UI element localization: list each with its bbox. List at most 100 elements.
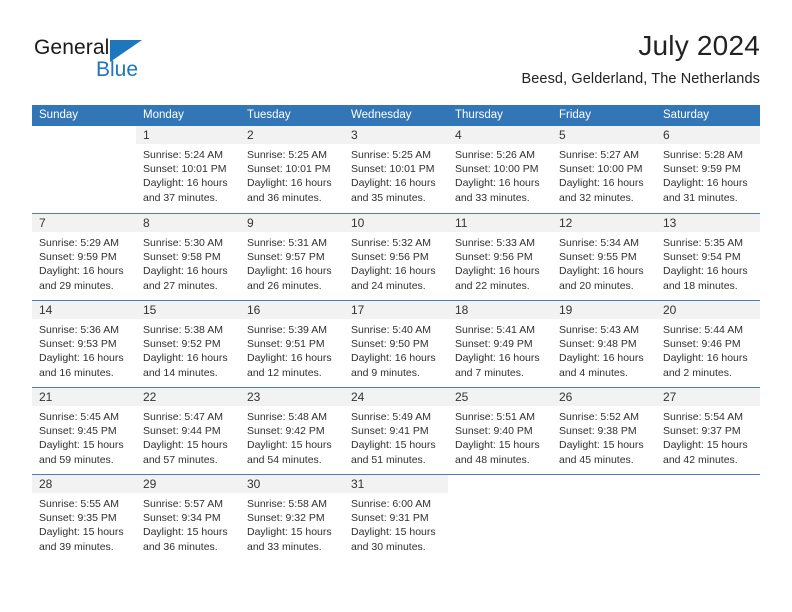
- day-cell-8[interactable]: 8 Sunrise: 5:30 AM Sunset: 9:58 PM Daylight…: [136, 214, 240, 300]
- daylight-text-line2: and 2 minutes.: [663, 366, 732, 379]
- daylight-text-line1: Daylight: 16 hours: [559, 265, 644, 278]
- day-cell-23[interactable]: 23 Sunrise: 5:48 AM Sunset: 9:42 PM Dayligh…: [240, 388, 344, 474]
- sunrise-text: Sunrise: 5:28 AM: [663, 149, 743, 161]
- day-cell-empty: [656, 475, 760, 561]
- day-cell-3[interactable]: 3 Sunrise: 5:25 AM Sunset: 10:01 PM Dayligh…: [344, 126, 448, 213]
- sunrise-text: Sunrise: 5:54 AM: [663, 411, 743, 423]
- day-cell-30[interactable]: 30 Sunrise: 5:58 AM Sunset: 9:32 PM Dayligh…: [240, 475, 344, 561]
- page-header: General Blue July 2024 Beesd, Gelderland…: [32, 28, 760, 100]
- general-blue-logo[interactable]: General Blue: [34, 36, 194, 92]
- daylight-text-line1: Daylight: 16 hours: [39, 352, 124, 365]
- daylight-text-line2: and 32 minutes.: [559, 191, 634, 204]
- day-cell-2[interactable]: 2 Sunrise: 5:25 AM Sunset: 10:01 PM Dayligh…: [240, 126, 344, 213]
- day-number: 15: [136, 301, 240, 319]
- day-cell-4[interactable]: 4 Sunrise: 5:26 AM Sunset: 10:00 PM Dayligh…: [448, 126, 552, 213]
- sunset-text: Sunset: 9:52 PM: [143, 338, 221, 351]
- daylight-text-line1: Daylight: 16 hours: [351, 265, 436, 278]
- day-cell-25[interactable]: 25 Sunrise: 5:51 AM Sunset: 9:40 PM Dayligh…: [448, 388, 552, 474]
- day-cell-7[interactable]: 7 Sunrise: 5:29 AM Sunset: 9:59 PM Daylight…: [32, 214, 136, 300]
- day-number: 30: [240, 475, 344, 493]
- day-cell-5[interactable]: 5 Sunrise: 5:27 AM Sunset: 10:00 PM Dayligh…: [552, 126, 656, 213]
- sunset-text: Sunset: 9:42 PM: [247, 425, 325, 438]
- day-cell-28[interactable]: 28 Sunrise: 5:55 AM Sunset: 9:35 PM Dayligh…: [32, 475, 136, 561]
- day-number: 25: [448, 388, 552, 406]
- day-cell-15[interactable]: 15 Sunrise: 5:38 AM Sunset: 9:52 PM Dayligh…: [136, 301, 240, 387]
- daylight-text-line2: and 54 minutes.: [247, 453, 322, 466]
- day-number: 6: [656, 126, 760, 144]
- day-cell-12[interactable]: 12 Sunrise: 5:34 AM Sunset: 9:55 PM Dayligh…: [552, 214, 656, 300]
- title-block: July 2024 Beesd, Gelderland, The Netherl…: [521, 28, 760, 90]
- page-subtitle: Beesd, Gelderland, The Netherlands: [521, 71, 760, 87]
- day-cell-1[interactable]: 1 Sunrise: 5:24 AM Sunset: 10:01 PM Dayligh…: [136, 126, 240, 213]
- sunrise-text: Sunrise: 5:45 AM: [39, 411, 119, 423]
- day-cell-21[interactable]: 21 Sunrise: 5:45 AM Sunset: 9:45 PM Dayligh…: [32, 388, 136, 474]
- day-info: Sunrise: 5:40 AM Sunset: 9:50 PM Daylight:…: [344, 319, 448, 380]
- sunrise-text: Sunrise: 5:40 AM: [351, 324, 431, 336]
- daylight-text-line2: and 33 minutes.: [247, 540, 322, 553]
- sunrise-text: Sunrise: 5:47 AM: [143, 411, 223, 423]
- sunset-text: Sunset: 9:45 PM: [39, 425, 117, 438]
- day-cell-24[interactable]: 24 Sunrise: 5:49 AM Sunset: 9:41 PM Dayligh…: [344, 388, 448, 474]
- sunrise-text: Sunrise: 5:39 AM: [247, 324, 327, 336]
- daylight-text-line2: and 7 minutes.: [455, 366, 524, 379]
- day-cell-10[interactable]: 10 Sunrise: 5:32 AM Sunset: 9:56 PM Dayligh…: [344, 214, 448, 300]
- day-cell-11[interactable]: 11 Sunrise: 5:33 AM Sunset: 9:56 PM Dayligh…: [448, 214, 552, 300]
- daylight-text-line2: and 12 minutes.: [247, 366, 322, 379]
- day-info: Sunrise: 5:25 AM Sunset: 10:01 PM Daylight…: [240, 144, 344, 205]
- daylight-text-line1: Daylight: 16 hours: [247, 177, 332, 190]
- weekday-header-sunday: Sunday: [39, 109, 79, 121]
- sunset-text: Sunset: 9:59 PM: [39, 251, 117, 264]
- daylight-text-line2: and 51 minutes.: [351, 453, 426, 466]
- day-cell-29[interactable]: 29 Sunrise: 5:57 AM Sunset: 9:34 PM Dayligh…: [136, 475, 240, 561]
- day-cell-13[interactable]: 13 Sunrise: 5:35 AM Sunset: 9:54 PM Dayligh…: [656, 214, 760, 300]
- day-cell-14[interactable]: 14 Sunrise: 5:36 AM Sunset: 9:53 PM Dayligh…: [32, 301, 136, 387]
- calendar-page: General Blue July 2024 Beesd, Gelderland…: [0, 0, 792, 612]
- day-info: Sunrise: 5:28 AM Sunset: 9:59 PM Daylight:…: [656, 144, 760, 205]
- day-info: Sunrise: 5:44 AM Sunset: 9:46 PM Daylight:…: [656, 319, 760, 380]
- sunrise-text: Sunrise: 5:48 AM: [247, 411, 327, 423]
- daylight-text-line1: Daylight: 15 hours: [39, 526, 124, 539]
- day-number: 5: [552, 126, 656, 144]
- weekday-header-friday: Friday: [559, 109, 591, 121]
- sunrise-text: Sunrise: 5:34 AM: [559, 237, 639, 249]
- day-number: 13: [656, 214, 760, 232]
- day-cell-20[interactable]: 20 Sunrise: 5:44 AM Sunset: 9:46 PM Dayligh…: [656, 301, 760, 387]
- day-cell-19[interactable]: 19 Sunrise: 5:43 AM Sunset: 9:48 PM Dayligh…: [552, 301, 656, 387]
- daylight-text-line1: Daylight: 16 hours: [559, 352, 644, 365]
- sunset-text: Sunset: 10:01 PM: [247, 163, 331, 176]
- daylight-text-line1: Daylight: 15 hours: [247, 439, 332, 452]
- day-cell-18[interactable]: 18 Sunrise: 5:41 AM Sunset: 9:49 PM Dayligh…: [448, 301, 552, 387]
- sunset-text: Sunset: 9:53 PM: [39, 338, 117, 351]
- daylight-text-line1: Daylight: 16 hours: [559, 177, 644, 190]
- day-info: Sunrise: 5:51 AM Sunset: 9:40 PM Daylight:…: [448, 406, 552, 467]
- sunset-text: Sunset: 9:59 PM: [663, 163, 741, 176]
- sunrise-text: Sunrise: 5:43 AM: [559, 324, 639, 336]
- calendar-week-row: 7 Sunrise: 5:29 AM Sunset: 9:59 PM Daylight…: [32, 213, 760, 300]
- logo-text-blue: Blue: [96, 58, 139, 81]
- day-cell-16[interactable]: 16 Sunrise: 5:39 AM Sunset: 9:51 PM Dayligh…: [240, 301, 344, 387]
- sunset-text: Sunset: 9:37 PM: [663, 425, 741, 438]
- sunset-text: Sunset: 9:57 PM: [247, 251, 325, 264]
- sunset-text: Sunset: 9:55 PM: [559, 251, 637, 264]
- daylight-text-line2: and 24 minutes.: [351, 279, 426, 292]
- day-cell-31[interactable]: 31 Sunrise: 6:00 AM Sunset: 9:31 PM Dayligh…: [344, 475, 448, 561]
- day-number: 26: [552, 388, 656, 406]
- day-cell-22[interactable]: 22 Sunrise: 5:47 AM Sunset: 9:44 PM Dayligh…: [136, 388, 240, 474]
- daylight-text-line2: and 31 minutes.: [663, 191, 738, 204]
- weekday-header-thursday: Thursday: [455, 109, 503, 121]
- day-cell-6[interactable]: 6 Sunrise: 5:28 AM Sunset: 9:59 PM Daylight…: [656, 126, 760, 213]
- day-cell-9[interactable]: 9 Sunrise: 5:31 AM Sunset: 9:57 PM Daylight…: [240, 214, 344, 300]
- sunset-text: Sunset: 9:56 PM: [351, 251, 429, 264]
- sunrise-text: Sunrise: 5:31 AM: [247, 237, 327, 249]
- page-title: July 2024: [638, 30, 760, 61]
- day-info: Sunrise: 5:47 AM Sunset: 9:44 PM Daylight:…: [136, 406, 240, 467]
- day-cell-17[interactable]: 17 Sunrise: 5:40 AM Sunset: 9:50 PM Dayligh…: [344, 301, 448, 387]
- weekday-header-wednesday: Wednesday: [351, 109, 412, 121]
- daylight-text-line2: and 48 minutes.: [455, 453, 530, 466]
- day-cell-26[interactable]: 26 Sunrise: 5:52 AM Sunset: 9:38 PM Dayligh…: [552, 388, 656, 474]
- daylight-text-line2: and 36 minutes.: [143, 540, 218, 553]
- day-cell-27[interactable]: 27 Sunrise: 5:54 AM Sunset: 9:37 PM Dayligh…: [656, 388, 760, 474]
- sunset-text: Sunset: 9:48 PM: [559, 338, 637, 351]
- day-info: Sunrise: 6:00 AM Sunset: 9:31 PM Daylight:…: [344, 493, 448, 554]
- sunrise-text: Sunrise: 6:00 AM: [351, 498, 431, 510]
